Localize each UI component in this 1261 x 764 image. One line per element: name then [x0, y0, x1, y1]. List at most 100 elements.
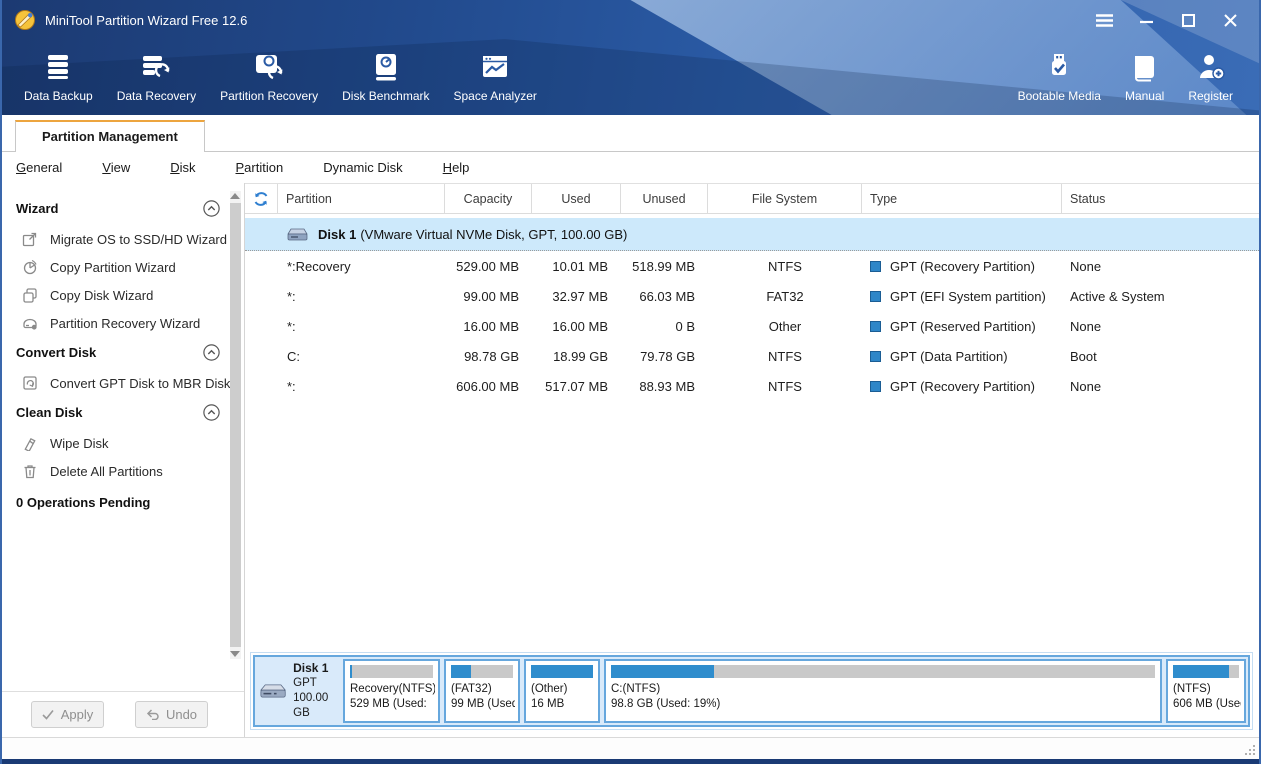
apply-button[interactable]: Apply	[31, 701, 104, 728]
disk-map-partition-block[interactable]: (Other) 16 MB	[524, 659, 600, 723]
sidebar-item-copy-partition[interactable]: Copy Partition Wizard	[16, 253, 220, 281]
table-row[interactable]: *: 16.00 MB 16.00 MB 0 B Other GPT (Rese…	[245, 311, 1259, 341]
minimize-icon[interactable]	[1137, 12, 1155, 28]
resize-grip[interactable]	[1245, 745, 1255, 755]
partition-recovery-button[interactable]: Partition Recovery	[208, 46, 330, 107]
disk-map-partition-block[interactable]: Recovery(NTFS) 529 MB (Used:	[343, 659, 440, 723]
sidebar-item-wipe-disk[interactable]: Wipe Disk	[16, 429, 220, 457]
maximize-icon[interactable]	[1179, 12, 1197, 28]
cell-partition: *:	[287, 378, 296, 394]
operations-pending-label: 0 Operations Pending	[16, 495, 151, 510]
menu-disk[interactable]: Disk	[170, 155, 195, 180]
disk-map-partition-block[interactable]: C:(NTFS) 98.8 GB (Used: 19%)	[604, 659, 1162, 723]
collapse-chevron-icon[interactable]	[203, 404, 220, 421]
toolbar-left-group: Data Backup Data Recovery Partition Reco…	[12, 46, 549, 107]
sidebar-item-migrate-os[interactable]: Migrate OS to SSD/HD Wizard	[16, 225, 227, 253]
disk-drive-icon	[287, 228, 308, 240]
column-header-file-system[interactable]: File System	[708, 184, 862, 213]
partition-label: (Other)	[531, 683, 568, 695]
close-icon[interactable]	[1221, 12, 1239, 28]
menu-help[interactable]: Help	[443, 155, 470, 180]
disk-map-partition-block[interactable]: (FAT32) 99 MB (Used:	[444, 659, 520, 723]
menu-view[interactable]: View	[102, 155, 130, 180]
disk-drive-icon	[260, 684, 287, 698]
column-header-used[interactable]: Used	[532, 184, 621, 213]
refresh-button[interactable]	[245, 184, 278, 213]
cell-status: None	[1070, 258, 1102, 274]
cell-used: 16.00 MB	[552, 318, 608, 334]
disk-benchmark-button[interactable]: Disk Benchmark	[330, 46, 441, 107]
partition-label: (FAT32)	[451, 683, 492, 695]
scroll-up-icon[interactable]	[230, 193, 240, 199]
disk-map-partition-block[interactable]: (NTFS) 606 MB (Used:	[1166, 659, 1246, 723]
column-header-status[interactable]: Status	[1062, 184, 1259, 213]
sidebar-section-wizard[interactable]: Wizard	[16, 193, 220, 225]
check-icon	[42, 709, 54, 720]
sidebar-item-partition-recovery-wizard[interactable]: Partition Recovery Wizard	[16, 309, 220, 337]
window-bottom-edge	[2, 759, 1259, 764]
menu-general[interactable]: General	[16, 155, 62, 180]
cell-type: GPT (Recovery Partition)	[890, 258, 1035, 274]
cell-file-system: NTFS	[768, 348, 802, 364]
collapse-chevron-icon[interactable]	[203, 344, 220, 361]
scrollbar-thumb[interactable]	[230, 203, 241, 647]
undo-button[interactable]: Undo	[135, 701, 208, 728]
sidebar-item-delete-all-partitions[interactable]: Delete All Partitions	[16, 457, 220, 485]
space-analyzer-button[interactable]: Space Analyzer	[442, 46, 549, 107]
table-row[interactable]: C: 98.78 GB 18.99 GB 79.78 GB NTFS GPT (…	[245, 341, 1259, 371]
sidebar-section-clean-disk[interactable]: Clean Disk	[16, 397, 220, 429]
cell-file-system: NTFS	[768, 258, 802, 274]
partition-type-icon	[870, 260, 881, 272]
usb-check-icon	[1046, 50, 1072, 84]
table-row[interactable]: *: 606.00 MB 517.07 MB 88.93 MB NTFS GPT…	[245, 371, 1259, 401]
menu-dynamic-disk[interactable]: Dynamic Disk	[323, 155, 402, 180]
disk-map-disk-name: Disk 1	[293, 661, 329, 675]
table-row[interactable]: *:Recovery 529.00 MB 10.01 MB 518.99 MB …	[245, 251, 1259, 281]
bootable-media-button[interactable]: Bootable Media	[1006, 46, 1113, 107]
cell-status: None	[1070, 318, 1102, 334]
data-backup-button[interactable]: Data Backup	[12, 46, 105, 107]
partition-size: 529 MB (Used:	[350, 697, 427, 710]
cell-file-system: NTFS	[768, 378, 802, 394]
disk-map-disk-scheme: GPT	[293, 677, 317, 689]
cell-partition: *:	[287, 318, 296, 334]
cell-partition: *:	[287, 288, 296, 304]
partition-type-icon	[870, 320, 881, 332]
manual-button[interactable]: Manual	[1113, 46, 1176, 107]
column-header-unused[interactable]: Unused	[621, 184, 708, 213]
collapse-chevron-icon[interactable]	[203, 200, 220, 217]
sidebar-section-convert-disk[interactable]: Convert Disk	[16, 337, 220, 369]
usage-bar	[611, 665, 1155, 678]
table-row[interactable]: *: 99.00 MB 32.97 MB 66.03 MB FAT32 GPT …	[245, 281, 1259, 311]
book-icon	[1131, 50, 1159, 84]
data-recovery-button[interactable]: Data Recovery	[105, 46, 208, 107]
sidebar-item-copy-disk[interactable]: Copy Disk Wizard	[16, 281, 220, 309]
disk-refresh-icon	[253, 50, 285, 84]
menu-hamburger-icon[interactable]	[1095, 12, 1113, 28]
disk-map-disk-label[interactable]: Disk 1 GPT 100.00 GB	[255, 657, 341, 725]
partition-label: Recovery(NTFS)	[350, 683, 435, 695]
scroll-down-icon[interactable]	[230, 651, 240, 657]
cell-partition: *:Recovery	[287, 258, 351, 274]
sidebar-scrollbar[interactable]	[230, 191, 241, 659]
table-empty-area	[245, 401, 1259, 652]
cell-unused: 66.03 MB	[639, 288, 695, 304]
disk-name: Disk 1	[318, 226, 357, 242]
cell-type: GPT (Recovery Partition)	[890, 378, 1035, 394]
menu-partition[interactable]: Partition	[236, 155, 284, 180]
column-header-type[interactable]: Type	[862, 184, 1062, 213]
tab-partition-management[interactable]: Partition Management	[15, 120, 205, 152]
tab-strip: Partition Management	[2, 115, 1259, 152]
column-header-capacity[interactable]: Capacity	[445, 184, 532, 213]
user-plus-icon	[1197, 50, 1225, 84]
disk-group-row[interactable]: Disk 1 (VMware Virtual NVMe Disk, GPT, 1…	[245, 218, 1259, 251]
column-header-partition[interactable]: Partition	[278, 184, 445, 213]
sidebar-item-convert-gpt-to-mbr[interactable]: Convert GPT Disk to MBR Disk	[16, 369, 230, 397]
cell-capacity: 606.00 MB	[456, 378, 519, 394]
refresh-icon	[254, 191, 268, 206]
cell-file-system: Other	[768, 318, 802, 334]
cell-capacity: 99.00 MB	[463, 288, 519, 304]
main-area: Wizard Migrate OS to SSD/HD Wizard Copy …	[2, 183, 1259, 737]
register-button[interactable]: Register	[1176, 46, 1245, 107]
cell-used: 18.99 GB	[553, 348, 608, 364]
